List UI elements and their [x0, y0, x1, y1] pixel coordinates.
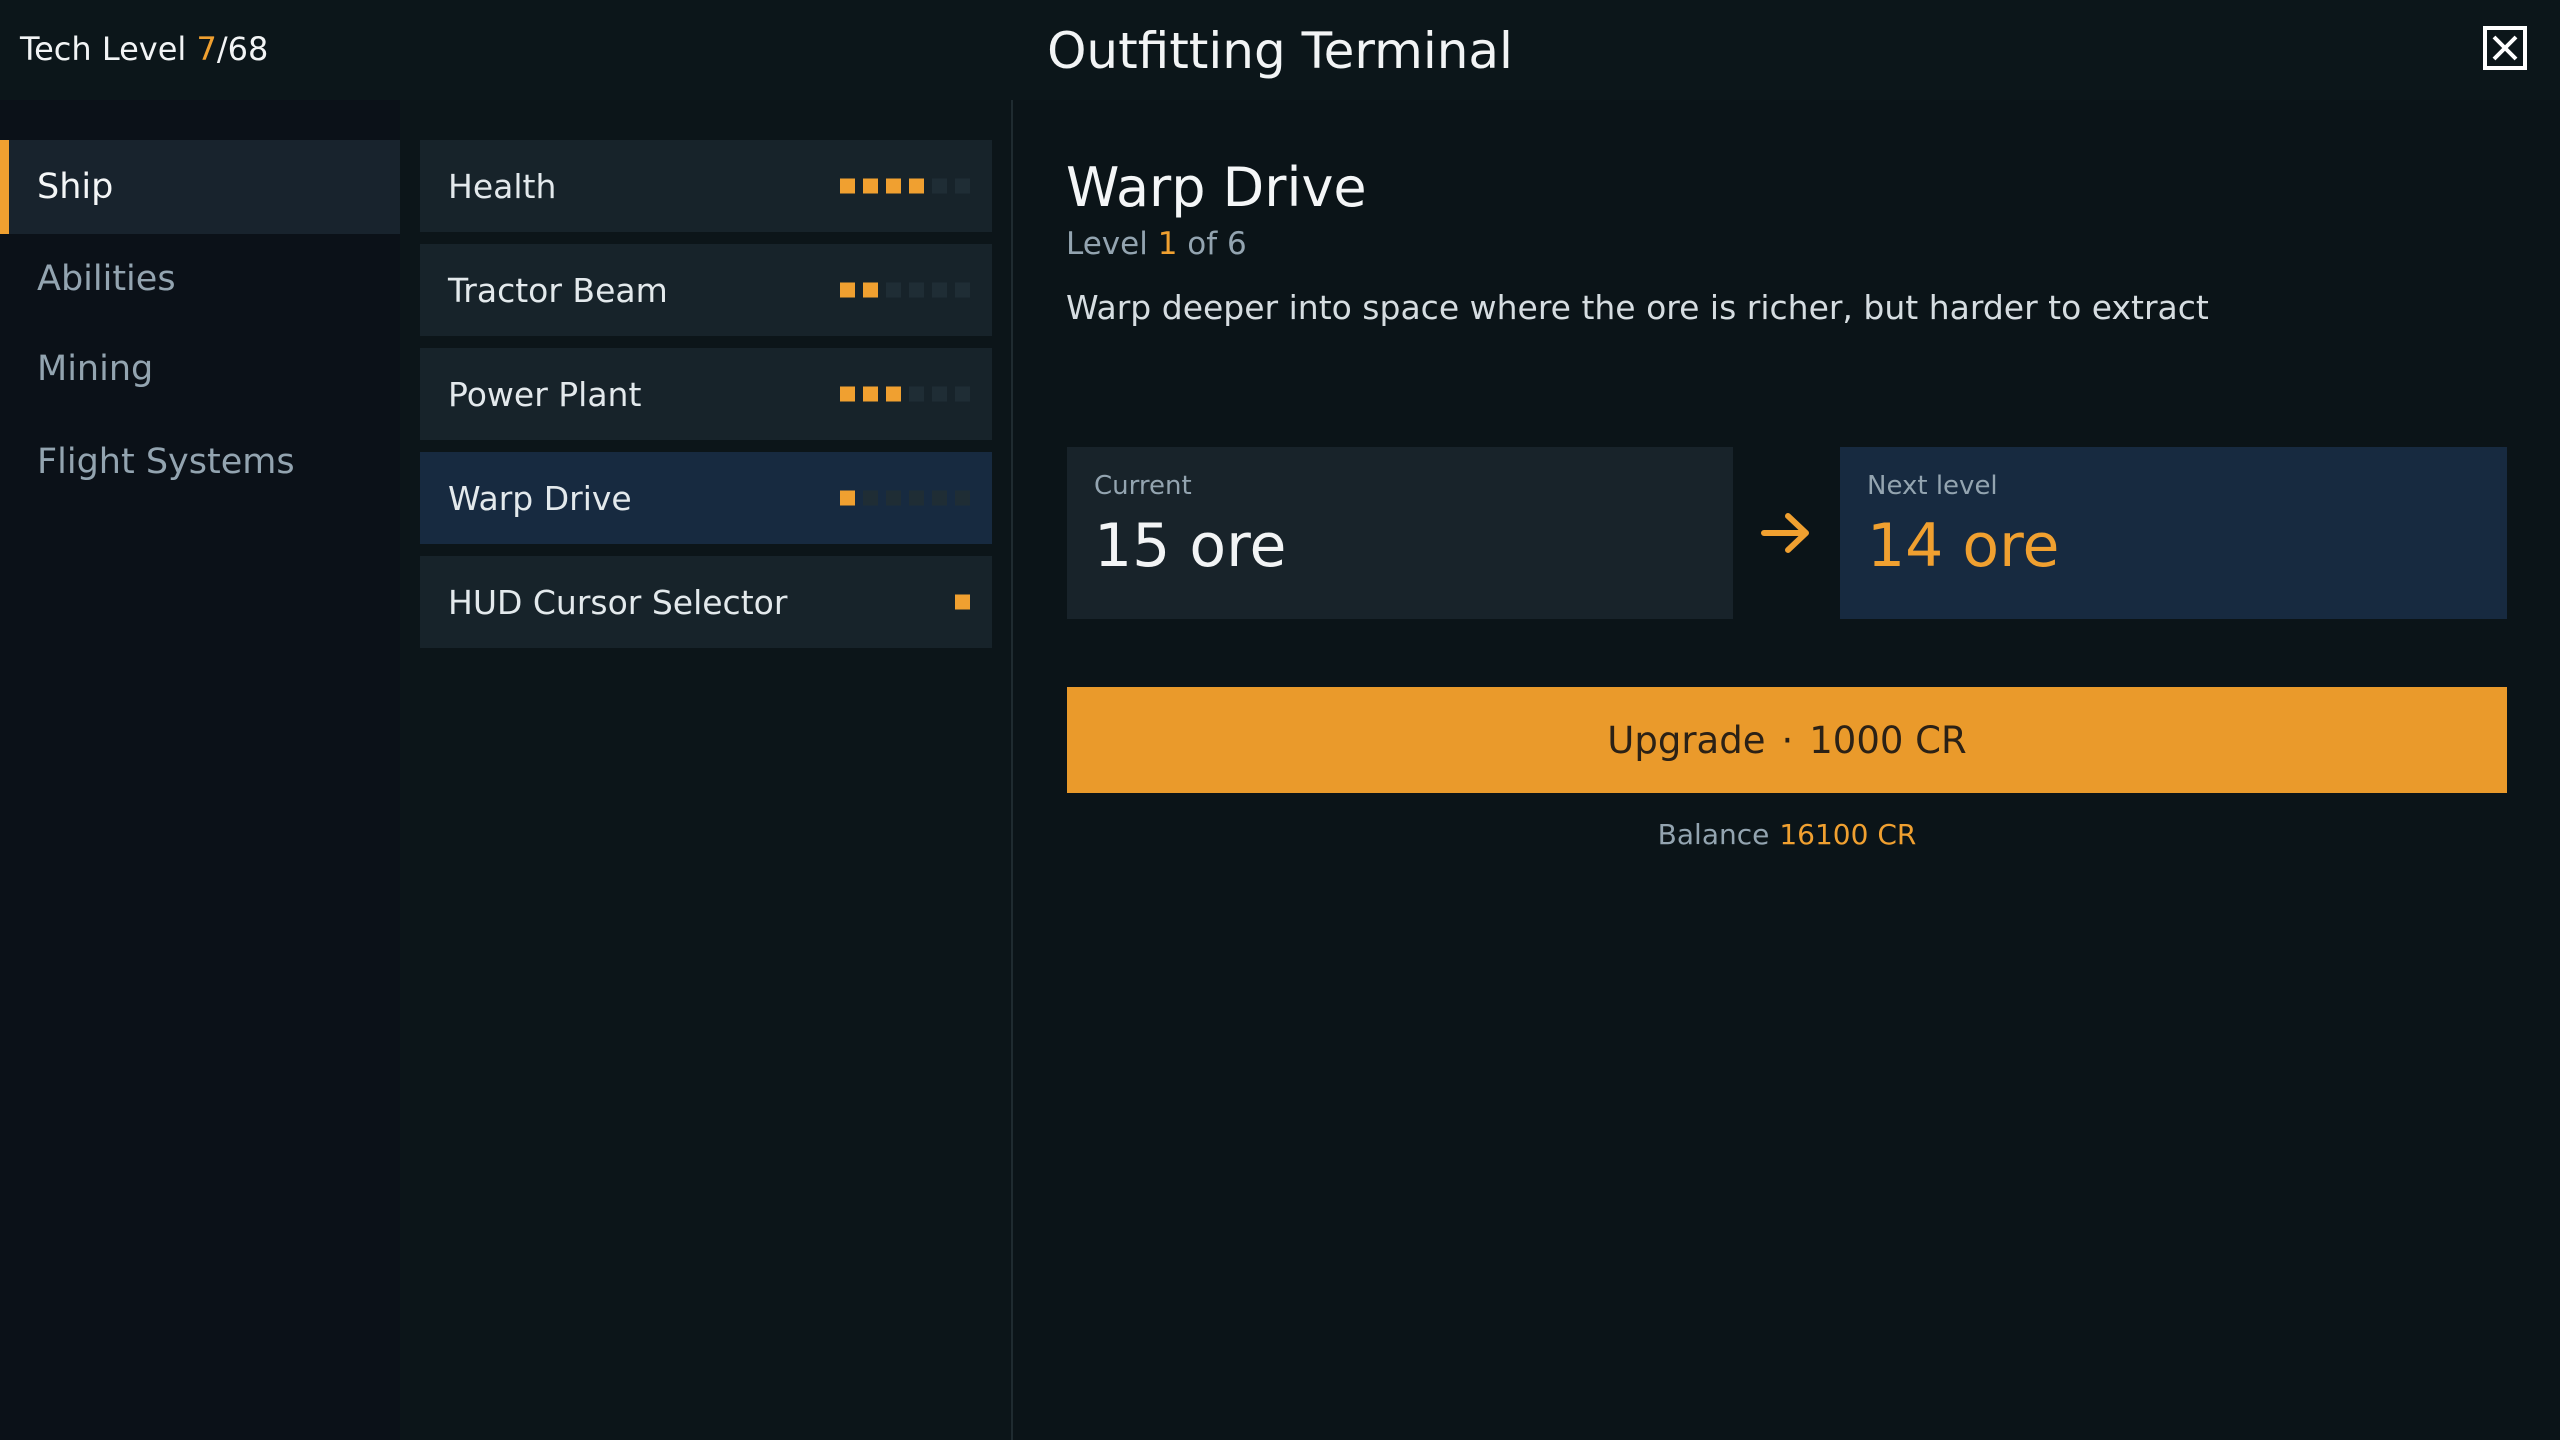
level-pip-filled — [840, 178, 855, 194]
upgrade-detail-panel: Warp Drive Level 1 of 6 Warp deeper into… — [1013, 100, 2560, 1440]
level-pip-empty — [955, 490, 970, 506]
level-pip-filled — [955, 594, 970, 610]
level-pip-filled — [863, 282, 878, 298]
page-title: Outfitting Terminal — [1047, 22, 1513, 80]
balance-value: 16100 CR — [1779, 818, 1917, 851]
level-pip-empty — [909, 282, 924, 298]
level-pip-empty — [955, 178, 970, 194]
upgrade-name: Warp Drive — [1066, 156, 1367, 219]
level-pip-filled — [886, 386, 901, 402]
upgrade-item-tractor-beam[interactable]: Tractor Beam — [420, 244, 992, 336]
next-level-label: Next level — [1867, 471, 1998, 501]
close-icon — [2492, 35, 2518, 61]
sidebar-item-label: Ship — [37, 167, 114, 207]
current-value: 15 ore — [1094, 511, 1287, 581]
level-pip-empty — [886, 282, 901, 298]
level-pip-empty — [932, 178, 947, 194]
sidebar-item-label: Flight Systems — [37, 442, 295, 482]
top-bar: Tech Level 7/68 Outfitting Terminal — [0, 0, 2560, 100]
level-pips — [955, 594, 970, 610]
next-level-value: 14 ore — [1867, 511, 2060, 581]
upgrade-item-label: Power Plant — [448, 374, 642, 414]
level-pip-empty — [955, 386, 970, 402]
level-pip-filled — [886, 178, 901, 194]
level-prefix: Level — [1066, 226, 1148, 262]
sidebar-item-mining[interactable]: Mining — [0, 322, 400, 416]
next-level-stat-card: Next level 14 ore — [1840, 447, 2507, 619]
sidebar-item-label: Mining — [37, 349, 154, 389]
level-pip-filled — [863, 178, 878, 194]
balance-label: Balance — [1657, 818, 1770, 851]
level-pip-empty — [932, 386, 947, 402]
upgrade-item-warp-drive[interactable]: Warp Drive — [420, 452, 992, 544]
level-pips — [840, 490, 970, 506]
level-pips — [840, 178, 970, 194]
level-pips — [840, 282, 970, 298]
upgrade-item-hud-cursor-selector[interactable]: HUD Cursor Selector — [420, 556, 992, 648]
upgrade-cost: 1000 CR — [1809, 718, 1967, 762]
upgrade-button-label: Upgrade — [1607, 718, 1766, 762]
upgrade-item-health[interactable]: Health — [420, 140, 992, 232]
sidebar-item-abilities[interactable]: Abilities — [0, 232, 400, 326]
level-pip-filled — [840, 386, 855, 402]
level-pip-filled — [840, 282, 855, 298]
close-button[interactable] — [2483, 26, 2527, 70]
upgrade-item-label: HUD Cursor Selector — [448, 582, 788, 622]
upgrade-item-label: Tractor Beam — [448, 270, 668, 310]
upgrade-level: Level 1 of 6 — [1066, 226, 1247, 262]
upgrade-description: Warp deeper into space where the ore is … — [1066, 288, 2209, 327]
current-stat-card: Current 15 ore — [1067, 447, 1733, 619]
upgrade-button[interactable]: Upgrade · 1000 CR — [1067, 687, 2507, 793]
level-pip-empty — [886, 490, 901, 506]
level-pip-empty — [932, 282, 947, 298]
separator-dot: · — [1781, 718, 1794, 762]
level-pip-filled — [863, 386, 878, 402]
level-current: 1 — [1157, 226, 1178, 262]
level-pip-empty — [932, 490, 947, 506]
upgrade-item-label: Warp Drive — [448, 478, 632, 518]
upgrade-list: Health Tractor Beam Power Plant Warp Dri… — [400, 100, 1010, 1440]
level-pip-filled — [909, 178, 924, 194]
category-sidebar: Ship Abilities Mining Flight Systems — [0, 100, 400, 1440]
upgrade-item-power-plant[interactable]: Power Plant — [420, 348, 992, 440]
current-label: Current — [1094, 471, 1192, 501]
level-pip-empty — [863, 490, 878, 506]
sidebar-item-flight-systems[interactable]: Flight Systems — [0, 415, 400, 509]
level-pip-filled — [840, 490, 855, 506]
upgrade-item-label: Health — [448, 166, 557, 206]
balance: Balance 16100 CR — [1067, 818, 2507, 851]
arrow-right-icon — [1760, 510, 1814, 560]
level-pip-empty — [955, 282, 970, 298]
level-pip-empty — [909, 490, 924, 506]
level-pips — [840, 386, 970, 402]
sidebar-item-ship[interactable]: Ship — [0, 140, 400, 234]
level-suffix: of 6 — [1187, 226, 1247, 262]
sidebar-item-label: Abilities — [37, 259, 176, 299]
level-pip-empty — [909, 386, 924, 402]
